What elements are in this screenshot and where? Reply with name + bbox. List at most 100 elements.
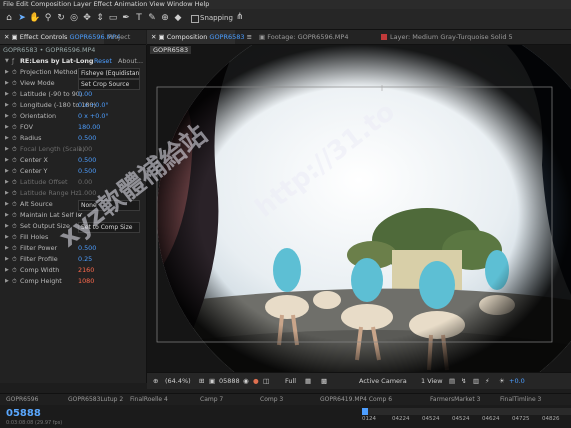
effect-property-row[interactable]: ▶ ⏱ Focal Length (Scale) 1.00 [0,144,146,155]
effect-property-row[interactable]: ▶ ⏱ FOV 180.00 [0,122,146,133]
expand-triangle-icon[interactable]: ▶ [5,89,9,100]
pen-icon[interactable]: ✒ [120,12,132,24]
expand-triangle-icon[interactable]: ▶ [5,254,9,265]
stopwatch-icon[interactable]: ⏱ [12,210,17,221]
zoom-dropdown[interactable]: (64.4%) [165,373,191,389]
stopwatch-icon[interactable]: ⏱ [12,166,17,177]
expand-triangle-icon[interactable]: ▶ [5,166,9,177]
close-icon[interactable]: ✕ [4,33,12,41]
stopwatch-icon[interactable]: ⏱ [12,188,17,199]
mask-icon[interactable]: ▣ [209,373,215,389]
expand-triangle-icon[interactable]: ▶ [5,144,9,155]
expand-triangle-icon[interactable]: ▶ [5,232,9,243]
dolly-icon[interactable]: ⇕ [94,12,106,24]
expand-triangle-icon[interactable]: ▶ [5,199,9,210]
stopwatch-icon[interactable]: ⏱ [12,67,17,78]
rotate-icon[interactable]: ↻ [55,12,67,24]
time-ruler[interactable]: 0124 04224 04524 04524 04624 04725 04826 [362,416,571,427]
stopwatch-icon[interactable]: ⏱ [12,276,17,287]
effect-header[interactable]: ▼ ƒ RE:Lens by Lat-Long Reset About... [0,56,146,67]
fast-preview-icon[interactable]: ↯ [461,373,466,389]
exposure-icon[interactable]: ☀ [499,373,505,389]
views-dropdown[interactable]: 1 View [421,373,443,389]
effect-property-row[interactable]: ▶ ⏱ Comp Height 1080 [0,276,146,287]
effect-property-row[interactable]: ▶ ⏱ Comp Width 2160 [0,265,146,276]
property-value[interactable]: 2160 [78,265,94,276]
expand-triangle-icon[interactable]: ▶ [5,67,9,78]
transparency-icon[interactable]: ▩ [321,373,327,389]
lock-icon[interactable]: ▣ [259,33,267,41]
snapping-checkbox[interactable] [191,15,199,23]
type-icon[interactable]: T [133,12,145,24]
expand-triangle-icon[interactable]: ▶ [5,243,9,254]
property-value[interactable]: 0.500 [78,133,96,144]
timeline-current-time[interactable]: 05888 [6,408,41,419]
stopwatch-icon[interactable]: ⏱ [12,100,17,111]
selection-icon[interactable]: ➤ [16,12,28,24]
resolution-icon[interactable]: ◫ [263,373,269,389]
zoom-icon[interactable]: ⚲ [42,12,54,24]
menu-icon[interactable]: ≡ [247,33,252,41]
effect-reset-link[interactable]: Reset [94,56,112,67]
stopwatch-icon[interactable]: ⏱ [12,232,17,243]
effect-property-row[interactable]: ▶ ⏱ Longitude (-180 to 180) 0 x +0.0° [0,100,146,111]
pan-icon[interactable]: ✥ [81,12,93,24]
magnify-icon[interactable]: ⊕ [153,373,158,389]
fx-icon[interactable]: ƒ [12,56,14,67]
composition-viewer[interactable]: GOPR6583 [147,45,571,383]
stopwatch-icon[interactable]: ⏱ [12,122,17,133]
tab-layer[interactable]: Layer: Medium Gray-Turquoise Solid 5 [377,30,571,44]
view-options-icon[interactable]: ▤ [449,373,455,389]
work-area-start-handle[interactable] [362,408,368,415]
property-value[interactable]: 0.500 [78,166,96,177]
work-area-bar[interactable] [362,408,571,415]
channel-icon[interactable]: ● [253,373,259,389]
brush-icon[interactable]: ✎ [146,12,158,24]
effect-property-row[interactable]: ▶ ⏱ View Mode Set Crop Source [0,78,146,90]
stopwatch-icon[interactable]: ⏱ [12,177,17,188]
stopwatch-icon[interactable]: ⏱ [12,265,17,276]
effect-about-link[interactable]: About... [118,56,143,67]
exposure-value[interactable]: +0.0 [509,373,525,389]
close-icon[interactable]: ✕ [151,33,159,41]
property-value[interactable]: 0 x +0.0° [78,111,109,122]
expand-triangle-icon[interactable]: ▶ [5,100,9,111]
property-value[interactable]: 0 x +0.0° [78,100,109,111]
tab-composition[interactable]: ✕ ▣ Composition GOPR6583 ≡ [147,30,252,44]
property-value[interactable]: 1.00 [78,144,92,155]
stopwatch-icon[interactable]: ⏱ [12,243,17,254]
stopwatch-icon[interactable]: ⏱ [12,144,17,155]
tab-project[interactable]: Project [104,30,148,44]
current-time-display[interactable]: 05888 [219,373,240,389]
effect-property-row[interactable]: ▶ ⏱ Projection Method Fisheye (Equidistant) [0,67,146,79]
stopwatch-icon[interactable]: ⏱ [12,78,17,89]
expand-triangle-icon[interactable]: ▶ [5,177,9,188]
hand-icon[interactable]: ✋ [29,12,41,24]
flowchart-icon[interactable]: ⚡ [485,373,490,389]
clone-icon[interactable]: ⊕ [159,12,171,24]
expand-triangle-icon[interactable]: ▶ [5,265,9,276]
collapse-triangle-icon[interactable]: ▼ [5,56,9,67]
expand-triangle-icon[interactable]: ▶ [5,122,9,133]
property-value[interactable]: 1080 [78,276,94,287]
effect-property-row[interactable]: ▶ ⏱ Orientation 0 x +0.0° [0,111,146,122]
expand-triangle-icon[interactable]: ▶ [5,210,9,221]
expand-triangle-icon[interactable]: ▶ [5,133,9,144]
home-icon[interactable]: ⌂ [3,12,15,24]
lock-icon[interactable]: ▣ [159,33,167,41]
effect-property-row[interactable]: ▶ ⏱ Radius 0.500 [0,133,146,144]
resolution-dropdown[interactable]: Full [285,373,296,389]
camera-dropdown[interactable]: Active Camera [359,373,407,389]
property-value[interactable]: 0.25 [78,254,92,265]
magnet-icon[interactable]: ⋔ [236,12,244,22]
expand-triangle-icon[interactable]: ▶ [5,276,9,287]
stopwatch-icon[interactable]: ⏱ [12,155,17,166]
timeline-icon[interactable]: ▥ [473,373,479,389]
effect-property-row[interactable]: ▶ ⏱ Filter Profile 0.25 [0,254,146,265]
stopwatch-icon[interactable]: ⏱ [12,221,17,232]
expand-triangle-icon[interactable]: ▶ [5,221,9,232]
tab-effect-controls[interactable]: ✕ ▣ Effect Controls GOPR6596.MP4 [0,30,120,44]
expand-triangle-icon[interactable]: ▶ [5,188,9,199]
grid-icon[interactable]: ⊞ [199,373,204,389]
property-value[interactable]: 0.00 [78,177,92,188]
